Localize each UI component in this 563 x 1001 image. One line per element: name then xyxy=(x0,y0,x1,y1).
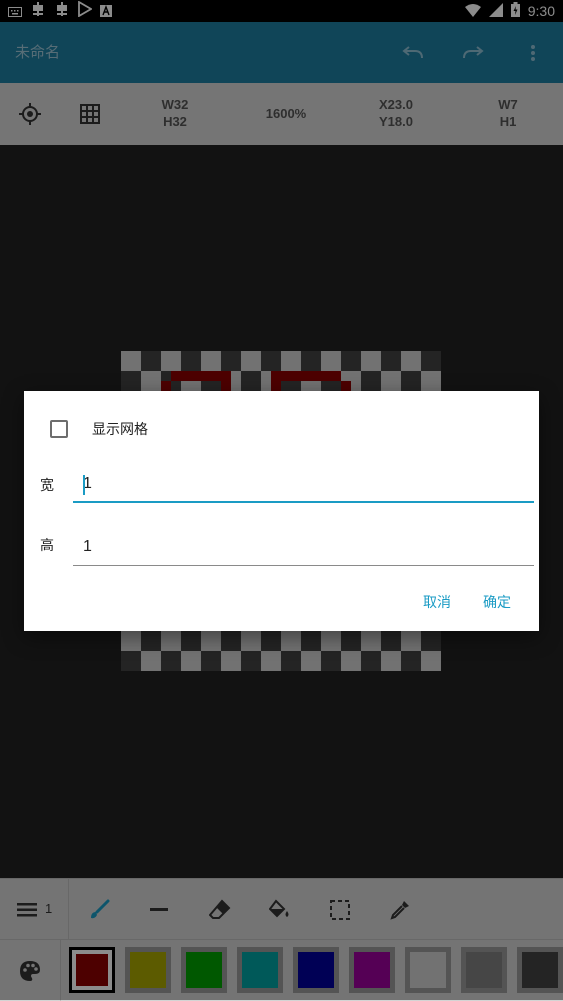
width-input[interactable] xyxy=(73,469,544,499)
width-label: 宽 xyxy=(40,478,54,494)
width-field[interactable] xyxy=(73,469,544,503)
field-underline xyxy=(73,565,534,566)
grid-settings-dialog: 显示网格 宽 高 取消 确定 xyxy=(24,391,544,631)
show-grid-label: 显示网格 xyxy=(92,422,148,438)
show-grid-checkbox[interactable] xyxy=(50,420,68,438)
field-underline xyxy=(73,501,534,503)
ok-button[interactable]: 确定 xyxy=(483,592,511,612)
cancel-button[interactable]: 取消 xyxy=(423,592,451,612)
text-cursor xyxy=(83,475,85,495)
height-label: 高 xyxy=(40,538,54,554)
height-input[interactable] xyxy=(73,532,544,562)
height-field[interactable] xyxy=(73,532,544,566)
